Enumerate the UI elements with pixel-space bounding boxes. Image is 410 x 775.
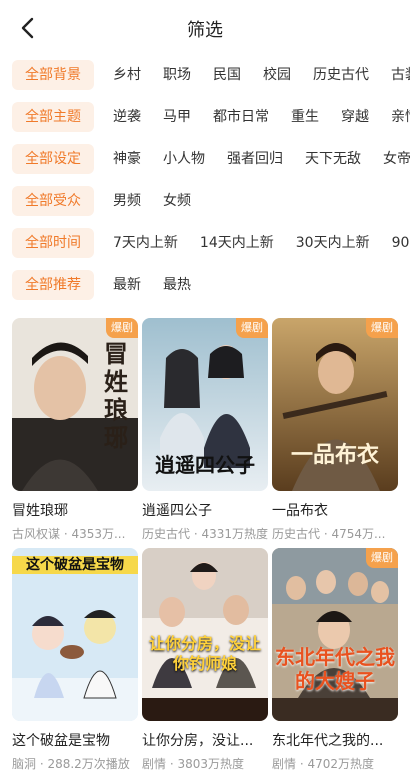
drama-title: 东北年代之我的...	[272, 733, 384, 749]
poster-image[interactable]: 这个破盆是宝物	[12, 548, 138, 721]
filter-option[interactable]: 最新	[113, 270, 141, 300]
drama-card[interactable]: 让你分房，没让你钓师娘 让你分房，没让... 剧情 · 3803万热度	[142, 548, 268, 772]
filter-option[interactable]: 逆袭	[113, 102, 141, 132]
filter-option[interactable]: 民国	[213, 60, 241, 90]
drama-title: 逍遥四公子	[142, 503, 212, 519]
drama-title: 一品布衣	[272, 503, 328, 519]
poster-title-text: 冒姓琅琊	[104, 340, 128, 452]
filter-option[interactable]: 30天内上新	[296, 228, 370, 258]
filter-chip-all-recommend[interactable]: 全部推荐	[12, 270, 94, 300]
poster-image[interactable]: 一品布衣 爆剧	[272, 318, 398, 491]
drama-title: 这个破盆是宝物	[12, 733, 110, 749]
filter-option[interactable]: 天下无敌	[305, 144, 361, 174]
filter-option[interactable]: 强者回归	[227, 144, 283, 174]
poster-title-text: 一品布衣	[290, 443, 379, 468]
poster-title-text: 让你分房，没让你钓师娘	[148, 634, 261, 673]
filter-option[interactable]: 重生	[291, 102, 319, 132]
page-title: 筛选	[187, 20, 223, 41]
drama-meta: 历史古代 · 4754万...	[272, 527, 386, 541]
filter-option[interactable]: 职场	[163, 60, 191, 90]
drama-title: 冒姓琅琊	[12, 503, 68, 519]
hot-badge: 爆剧	[106, 318, 138, 338]
drama-title: 让你分房，没让...	[142, 733, 254, 749]
filter-row-audience: 全部受众 男频 女频	[0, 186, 410, 216]
hot-badge: 爆剧	[366, 318, 398, 338]
filter-option[interactable]: 历史古代	[313, 60, 369, 90]
filter-option[interactable]: 乡村	[113, 60, 141, 90]
filter-chip-all-audience[interactable]: 全部受众	[12, 186, 94, 216]
drama-meta: 剧情 · 3803万热度	[142, 757, 244, 771]
drama-meta: 历史古代 · 4331万热度	[142, 527, 268, 541]
filter-option[interactable]: 90	[392, 228, 410, 258]
poster-title-text: 这个破盆是宝物	[12, 556, 138, 574]
filter-option[interactable]: 最热	[163, 270, 191, 300]
drama-card[interactable]: 冒姓琅琊 爆剧 冒姓琅琊 古风权谋 · 4353万...	[12, 318, 138, 542]
filter-chip-all-time[interactable]: 全部时间	[12, 228, 94, 258]
drama-card[interactable]: 这个破盆是宝物 这个破盆是宝物 脑洞 · 288.2万次播放	[12, 548, 138, 772]
poster-image[interactable]: 冒姓琅琊 爆剧	[12, 318, 138, 491]
filter-option[interactable]: 都市日常	[213, 102, 269, 132]
filter-option[interactable]: 神豪	[113, 144, 141, 174]
filter-option[interactable]: 古装	[391, 60, 410, 90]
drama-meta: 脑洞 · 288.2万次播放	[12, 757, 130, 771]
drama-meta: 剧情 · 4702万热度	[272, 757, 374, 771]
filter-row-time: 全部时间 7天内上新 14天内上新 30天内上新 90	[0, 228, 410, 258]
drama-card[interactable]: 东北年代之我的大嫂子 爆剧 东北年代之我的... 剧情 · 4702万热度	[272, 548, 398, 772]
poster-image[interactable]: 逍遥四公子 爆剧	[142, 318, 268, 491]
filter-chip-all-theme[interactable]: 全部主题	[12, 102, 94, 132]
filter-option[interactable]: 男频	[113, 186, 141, 216]
hot-badge: 爆剧	[366, 548, 398, 568]
top-bar: 筛选	[0, 0, 410, 56]
poster-title-text: 逍遥四公子	[155, 453, 255, 477]
drama-card[interactable]: 一品布衣 爆剧 一品布衣 历史古代 · 4754万...	[272, 318, 398, 542]
filter-chip-all-background[interactable]: 全部背景	[12, 60, 94, 90]
filter-row-theme: 全部主题 逆袭马甲都市日常重生穿越亲情	[0, 102, 410, 132]
filter-option[interactable]: 马甲	[163, 102, 191, 132]
filter-row-background: 全部背景 乡村职场民国校园历史古代古装	[0, 60, 410, 90]
hot-badge: 爆剧	[236, 318, 268, 338]
poster-image[interactable]: 让你分房，没让你钓师娘	[142, 548, 268, 721]
filter-option[interactable]: 小人物	[163, 144, 205, 174]
filter-row-recommend: 全部推荐 最新 最热	[0, 270, 410, 300]
filter-option[interactable]: 亲情	[391, 102, 410, 132]
filter-option[interactable]: 女帝	[383, 144, 410, 174]
drama-card[interactable]: 逍遥四公子 爆剧 逍遥四公子 历史古代 · 4331万热度	[142, 318, 268, 542]
filter-option[interactable]: 女频	[163, 186, 191, 216]
drama-meta: 古风权谋 · 4353万...	[12, 527, 126, 541]
filter-option[interactable]: 7天内上新	[113, 228, 178, 258]
poster-title-text: 东北年代之我的大嫂子	[275, 645, 395, 693]
filter-option[interactable]: 14天内上新	[200, 228, 274, 258]
filter-row-setting: 全部设定 神豪 小人物 强者回归 天下无敌 女帝	[0, 144, 410, 174]
filter-chip-all-setting[interactable]: 全部设定	[12, 144, 94, 174]
filter-option[interactable]: 穿越	[341, 102, 369, 132]
poster-image[interactable]: 东北年代之我的大嫂子 爆剧	[272, 548, 398, 721]
filter-option[interactable]: 校园	[263, 60, 291, 90]
